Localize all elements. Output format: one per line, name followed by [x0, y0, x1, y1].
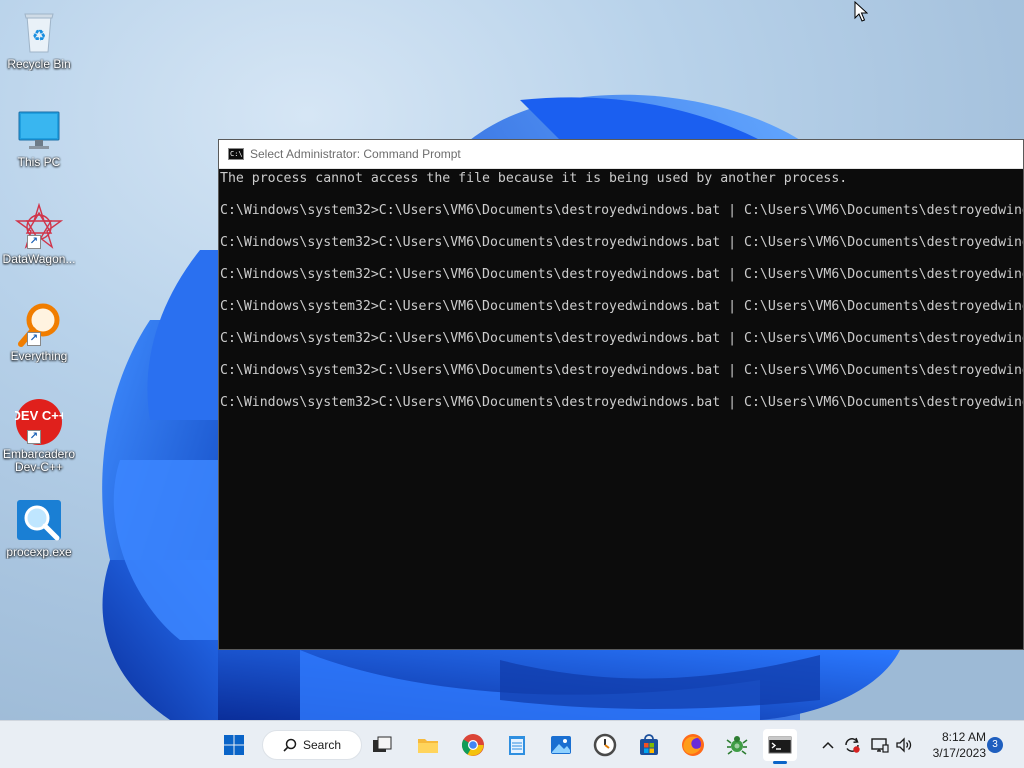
recycle-bin-icon: ♻ [15, 8, 63, 56]
bug-app-icon [726, 736, 748, 755]
devcpp-logo-text: DEV C++ [15, 408, 63, 423]
search-icon [283, 738, 297, 752]
taskbar-search-box[interactable]: Search [262, 730, 362, 760]
desktop-icon-label: Everything [10, 350, 68, 363]
sync-error-icon [845, 737, 860, 753]
shortcut-arrow-icon: ↗ [27, 235, 41, 249]
task-view-button[interactable] [365, 729, 399, 761]
firefox-button[interactable] [676, 729, 710, 761]
terminal-line: C:\Windows\system32>C:\Users\VM6\Documen… [220, 395, 1023, 410]
datawagon-star-icon: ↗ [14, 202, 64, 251]
clock-app-icon [593, 733, 617, 757]
desktop-icon-procexp[interactable]: procexp.exe [2, 496, 76, 559]
magnifier-orange-icon: ↗ [15, 300, 63, 348]
desktop-icon-label: This PC [17, 156, 61, 169]
desktop-icon-datawagon[interactable]: ↗ DataWagon... [2, 202, 76, 266]
file-explorer-button[interactable] [411, 729, 445, 761]
window-titlebar[interactable]: C:\ Select Administrator: Command Prompt [219, 140, 1023, 169]
command-prompt-window[interactable]: C:\ Select Administrator: Command Prompt… [218, 139, 1024, 650]
speaker-icon [896, 737, 912, 753]
process-explorer-icon [15, 496, 63, 544]
taskbar: Search 8:12 AM 3/17/2023 3 [0, 720, 1024, 768]
terminal-line: C:\Windows\system32>C:\Users\VM6\Documen… [220, 267, 1023, 282]
desktop-icon-recycle-bin[interactable]: ♻ Recycle Bin [2, 8, 76, 71]
shortcut-arrow-icon: ↗ [27, 332, 41, 346]
chevron-up-icon [822, 741, 834, 749]
terminal-line: C:\Windows\system32>C:\Users\VM6\Documen… [220, 235, 1023, 250]
photos-button[interactable] [544, 729, 578, 761]
command-prompt-icon [768, 736, 792, 754]
volume-button[interactable] [894, 735, 914, 755]
terminal-line: C:\Windows\system32>C:\Users\VM6\Documen… [220, 331, 1023, 346]
notepad-icon [509, 736, 525, 755]
terminal-output[interactable]: The process cannot access the file becau… [219, 169, 1023, 649]
desktop-icon-this-pc[interactable]: This PC [2, 106, 76, 169]
bug-app-button[interactable] [720, 729, 754, 761]
start-button[interactable] [217, 729, 251, 761]
shortcut-arrow-icon: ↗ [27, 430, 41, 444]
terminal-line: C:\Windows\system32>C:\Users\VM6\Documen… [220, 299, 1023, 314]
desktop-icon-label: procexp.exe [6, 546, 72, 559]
network-button[interactable] [870, 735, 890, 755]
devcpp-icon: DEV C++ ↗ [12, 398, 67, 446]
mouse-pointer-icon [854, 1, 868, 22]
window-title: Select Administrator: Command Prompt [250, 147, 461, 161]
terminal-line: The process cannot access the file becau… [220, 171, 848, 186]
notification-count-badge[interactable]: 3 [987, 737, 1003, 753]
desktop-icon-devcpp[interactable]: DEV C++ ↗ Embarcadero Dev-C++ [2, 398, 76, 474]
task-view-icon [373, 736, 392, 752]
clock-time: 8:12 AM [941, 730, 986, 744]
show-hidden-icons-button[interactable] [818, 735, 838, 755]
terminal-line: C:\Windows\system32>C:\Users\VM6\Documen… [220, 363, 1023, 378]
desktop-icon-label: DataWagon... [2, 253, 76, 266]
command-prompt-icon: C:\ [228, 148, 244, 160]
photos-icon [551, 736, 571, 754]
store-icon [640, 734, 658, 755]
active-window-indicator [773, 761, 787, 764]
clock-app-button[interactable] [588, 729, 622, 761]
search-label: Search [303, 738, 342, 752]
desktop-icon-everything[interactable]: ↗ Everything [2, 300, 76, 363]
notepad-button[interactable] [500, 729, 534, 761]
desktop-icon-label: Recycle Bin [7, 58, 71, 71]
chrome-icon [461, 734, 484, 756]
network-icon [871, 738, 889, 753]
file-explorer-icon [418, 739, 438, 753]
monitor-icon [15, 106, 63, 154]
start-windows-icon [224, 735, 244, 755]
taskbar-clock[interactable]: 8:12 AM 3/17/2023 [922, 729, 986, 761]
terminal-line: C:\Windows\system32>C:\Users\VM6\Documen… [220, 203, 1023, 218]
sync-status-button[interactable] [842, 735, 862, 755]
firefox-icon [682, 734, 704, 756]
desktop-icon-label: Embarcadero Dev-C++ [2, 448, 76, 474]
store-button[interactable] [632, 729, 666, 761]
chrome-button[interactable] [456, 729, 490, 761]
command-prompt-taskbar-button[interactable] [763, 729, 797, 764]
svg-text:♻: ♻ [32, 26, 46, 45]
clock-date: 3/17/2023 [932, 746, 986, 760]
